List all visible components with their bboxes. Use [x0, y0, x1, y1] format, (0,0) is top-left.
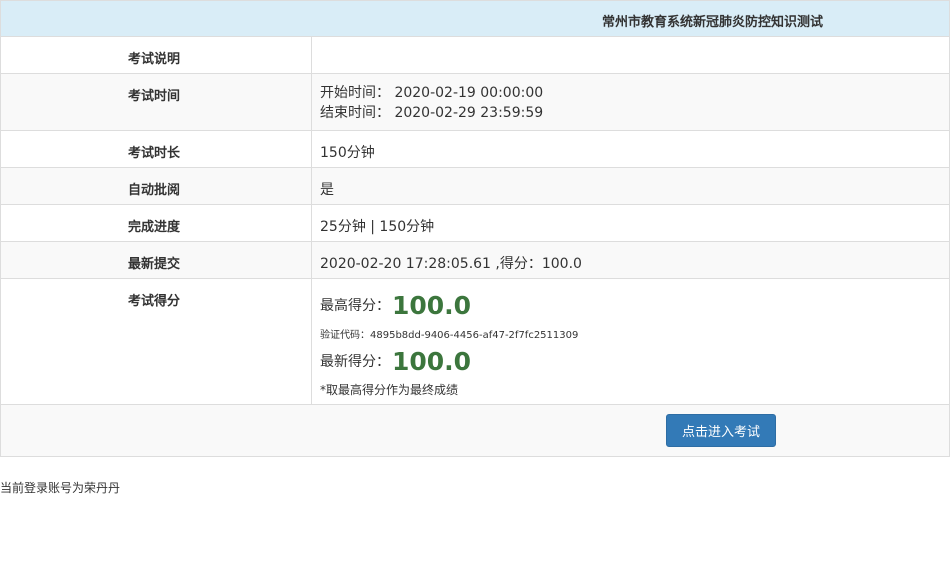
latest-score-label: 最新得分：: [320, 354, 390, 370]
latest-score: 最新得分： 100.0: [320, 345, 949, 377]
row-label: 考试得分: [1, 279, 312, 404]
end-time: 结束时间： 2020-02-29 23:59:59: [320, 103, 949, 123]
login-account-text: 当前登录账号为荣丹丹: [0, 481, 121, 495]
start-time: 开始时间： 2020-02-19 00:00:00: [320, 83, 949, 103]
row-value: 2020-02-20 17:28:05.61 ,得分：100.0: [320, 256, 582, 272]
highest-score: 最高得分： 100.0: [320, 289, 949, 321]
end-time-label: 结束时间：: [320, 105, 390, 121]
end-time-value: 2020-02-29 23:59:59: [394, 105, 544, 121]
row-value: [312, 37, 949, 73]
row-label: 考试时间: [1, 74, 312, 130]
row-exam-description: 考试说明: [1, 37, 949, 74]
row-exam-time: 考试时间 开始时间： 2020-02-19 00:00:00 结束时间： 202…: [1, 74, 949, 131]
highest-score-value: 100.0: [392, 290, 472, 320]
exam-title: 常州市教育系统新冠肺炎防控知识测试: [602, 15, 824, 30]
verify-code: 验证代码：4895b8dd-9406-4456-af47-2f7fc251130…: [320, 330, 579, 341]
row-exam-score: 考试得分 最高得分： 100.0 验证代码：4895b8dd-9406-4456…: [1, 279, 949, 405]
row-label: 完成进度: [1, 205, 312, 241]
row-label: 自动批阅: [1, 168, 312, 204]
row-progress: 完成进度 25分钟 | 150分钟: [1, 205, 949, 242]
row-exam-duration: 考试时长 150分钟: [1, 131, 949, 168]
row-auto-grading: 自动批阅 是: [1, 168, 949, 205]
latest-score-value: 100.0: [392, 346, 472, 376]
start-time-value: 2020-02-19 00:00:00: [394, 85, 544, 101]
exam-info-table: 常州市教育系统新冠肺炎防控知识测试 考试说明 考试时间 开始时间： 2020-0…: [0, 0, 950, 457]
score-note: *取最高得分作为最终成绩: [320, 383, 459, 397]
row-value: 150分钟: [320, 145, 375, 161]
highest-score-label: 最高得分：: [320, 298, 390, 314]
exam-title-bar: 常州市教育系统新冠肺炎防控知识测试: [1, 1, 949, 37]
row-value: 是: [320, 182, 334, 198]
row-label: 考试说明: [1, 37, 312, 73]
action-row: 点击进入考试: [1, 405, 949, 456]
row-latest-submit: 最新提交 2020-02-20 17:28:05.61 ,得分：100.0: [1, 242, 949, 279]
row-label: 最新提交: [1, 242, 312, 278]
row-label: 考试时长: [1, 131, 312, 167]
row-value: 25分钟 | 150分钟: [320, 219, 435, 235]
enter-exam-button[interactable]: 点击进入考试: [666, 414, 776, 447]
start-time-label: 开始时间：: [320, 85, 390, 101]
